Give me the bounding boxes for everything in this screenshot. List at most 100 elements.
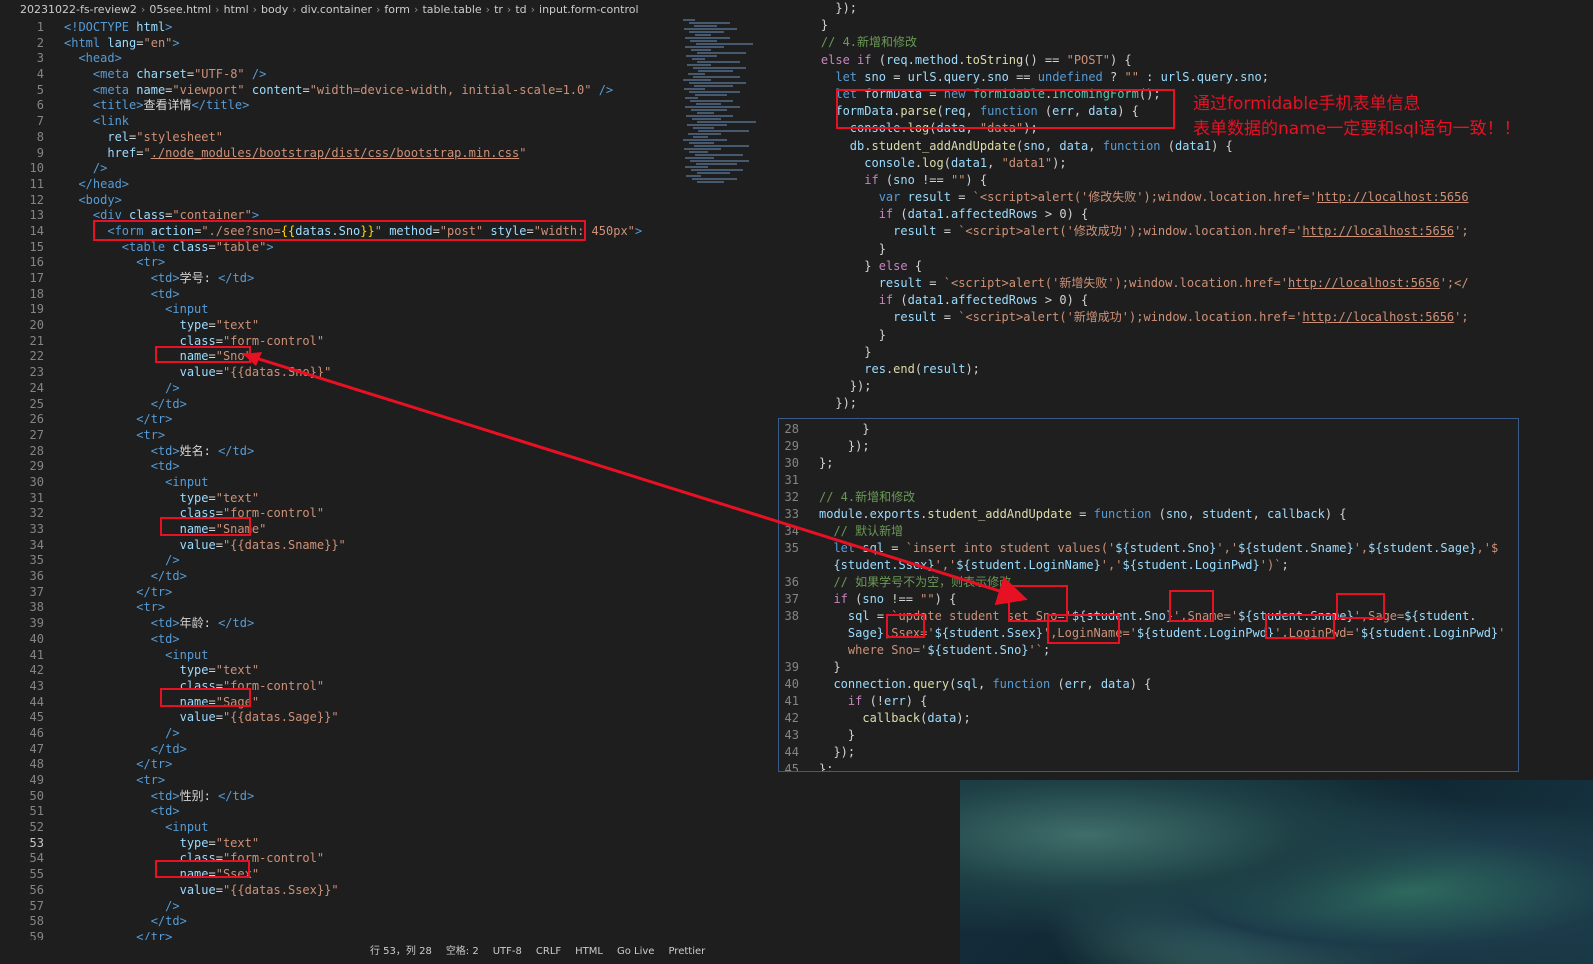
status-item[interactable]: CRLF xyxy=(536,946,561,957)
code-line[interactable]: 17 <td>学号: </td> xyxy=(0,271,642,287)
code-line[interactable]: } else { xyxy=(792,258,1469,275)
code-line[interactable]: 28 <td>姓名: </td> xyxy=(0,444,642,460)
code-line[interactable]: result = `<script>alert('新增成功');window.l… xyxy=(792,309,1469,326)
code-line[interactable]: 5 <meta name="viewport" content="width=d… xyxy=(0,83,642,99)
html-editor-pane[interactable]: 20231022-fs-review2 › 05see.html › html › body… xyxy=(0,0,778,964)
html-code-lines[interactable]: 1 <!DOCTYPE html> 2 <html lang="en"> 3 <head… xyxy=(0,20,643,946)
code-line[interactable]: 21 class="form-control" xyxy=(0,334,642,350)
code-line[interactable]: result = `<script>alert('修改成功');window.l… xyxy=(792,223,1469,240)
code-line[interactable]: 54 class="form-control" xyxy=(0,851,642,867)
code-line[interactable]: 55 name="Ssex" xyxy=(0,867,642,883)
status-item[interactable]: UTF-8 xyxy=(493,946,522,957)
code-line[interactable]: 2 <html lang="en"> xyxy=(0,36,642,52)
code-line[interactable]: 35 let sql = `insert into student values… xyxy=(779,540,1505,557)
code-line[interactable]: 7 <link xyxy=(0,114,642,130)
code-line[interactable]: 19 <input xyxy=(0,302,642,318)
code-line[interactable]: 4 <meta charset="UTF-8" /> xyxy=(0,67,642,83)
db-code-lines[interactable]: 28 } 29 }); 30}; 31 32// 4.新增和修改 33 module.exp… xyxy=(779,421,1506,771)
code-line[interactable]: 39 <td>年龄: </td> xyxy=(0,616,642,632)
code-line[interactable]: 43 } xyxy=(779,727,1505,744)
code-line[interactable]: 26 </tr> xyxy=(0,412,642,428)
db-js-editor-window[interactable]: 28 } 29 }); 30}; 31 32// 4.新增和修改 33 module.exp… xyxy=(778,418,1519,772)
code-line[interactable]: if (data1.affectedRows > 0) { xyxy=(792,292,1469,309)
code-line[interactable]: } xyxy=(792,241,1469,258)
code-line[interactable]: 9 href="./node_modules/bootstrap/dist/cs… xyxy=(0,146,642,162)
code-line[interactable]: 28 } xyxy=(779,421,1505,438)
code-line[interactable]: }); xyxy=(792,0,1469,17)
code-line[interactable]: var result = `<script>alert('修改失败');wind… xyxy=(792,189,1469,206)
server-code-lines[interactable]: }); } // 4.新增和修改 else if (req.method.toS… xyxy=(778,0,1469,413)
code-line[interactable]: 23 value="{{datas.Sno}}" xyxy=(0,365,642,381)
code-line[interactable]: 31 type="text" xyxy=(0,491,642,507)
breadcrumb-item[interactable]: td xyxy=(515,3,526,16)
code-line[interactable]: 25 </td> xyxy=(0,397,642,413)
code-line[interactable]: 43 class="form-control" xyxy=(0,679,642,695)
code-line[interactable]: 33 name="Sname" xyxy=(0,522,642,538)
server-js-editor-pane[interactable]: }); } // 4.新增和修改 else if (req.method.toS… xyxy=(778,0,1593,418)
breadcrumb[interactable]: 20231022-fs-review2 › 05see.html › html › body… xyxy=(0,0,778,20)
code-line[interactable]: 32 // 4.新增和修改 xyxy=(779,489,1505,506)
code-line[interactable]: 44 name="Sage" xyxy=(0,695,642,711)
minimap[interactable] xyxy=(683,18,763,193)
code-line[interactable]: 37 if (sno !== "") { xyxy=(779,591,1505,608)
code-line[interactable]: 53 type="text" xyxy=(0,836,642,852)
breadcrumb-item[interactable]: form xyxy=(384,3,410,16)
code-line[interactable]: 45 value="{{datas.Sage}}" xyxy=(0,710,642,726)
status-item[interactable]: Go Live xyxy=(617,946,654,957)
code-line[interactable]: }); xyxy=(792,378,1469,395)
code-line[interactable]: 30}; xyxy=(779,455,1505,472)
code-line[interactable]: 18 <td> xyxy=(0,287,642,303)
breadcrumb-item[interactable]: body xyxy=(261,3,288,16)
code-line[interactable]: 40 connection.query(sql, function (err, … xyxy=(779,676,1505,693)
code-line[interactable]: console.log(data1, "data1"); xyxy=(792,155,1469,172)
code-line[interactable]: else if (req.method.toString() == "POST"… xyxy=(792,52,1469,69)
code-line[interactable]: 3 <head> xyxy=(0,51,642,67)
code-line[interactable]: } xyxy=(792,17,1469,34)
code-line[interactable]: 33 module.exports.student_addAndUpdate = … xyxy=(779,506,1505,523)
code-line[interactable]: } xyxy=(792,327,1469,344)
code-line[interactable]: 34 // 默认新增 xyxy=(779,523,1505,540)
code-line[interactable]: 12 <body> xyxy=(0,193,642,209)
code-line[interactable]: 37 </tr> xyxy=(0,585,642,601)
code-line[interactable]: 30 <input xyxy=(0,475,642,491)
code-line[interactable]: 38 <tr> xyxy=(0,600,642,616)
breadcrumb-item[interactable]: 20231022-fs-review2 xyxy=(20,3,137,16)
breadcrumb-item[interactable]: div.container xyxy=(301,3,372,16)
breadcrumb-item[interactable]: tr xyxy=(494,3,503,16)
code-line[interactable]: 6 <title>查看详情</title> xyxy=(0,98,642,114)
code-line[interactable]: where Sno='${student.Sno}'`; xyxy=(779,642,1505,659)
code-line[interactable]: 44 }); xyxy=(779,744,1505,761)
code-line[interactable]: } xyxy=(792,344,1469,361)
code-line[interactable]: result = `<script>alert('新增失败');window.l… xyxy=(792,275,1469,292)
code-line[interactable]: 34 value="{{datas.Sname}}" xyxy=(0,538,642,554)
code-line[interactable]: 52 <input xyxy=(0,820,642,836)
code-line[interactable]: 10 /> xyxy=(0,161,642,177)
code-line[interactable]: 24 /> xyxy=(0,381,642,397)
code-line[interactable]: 57 /> xyxy=(0,899,642,915)
code-line[interactable]: 22 name="Sno" xyxy=(0,349,642,365)
code-line[interactable]: 48 </tr> xyxy=(0,757,642,773)
status-item[interactable]: 空格: 2 xyxy=(446,946,479,957)
code-line[interactable]: 29 }); xyxy=(779,438,1505,455)
breadcrumb-item[interactable]: html xyxy=(224,3,249,16)
status-item[interactable]: 行 53，列 28 xyxy=(370,946,432,957)
code-line[interactable]: 15 <table class="table"> xyxy=(0,240,642,256)
code-line[interactable]: 42 type="text" xyxy=(0,663,642,679)
code-line[interactable]: let sno = urlS.query.sno == undefined ? … xyxy=(792,69,1469,86)
code-line[interactable]: 50 <td>性别: </td> xyxy=(0,789,642,805)
code-line[interactable]: 35 /> xyxy=(0,553,642,569)
code-line[interactable]: if (data1.affectedRows > 0) { xyxy=(792,206,1469,223)
code-line[interactable]: 41 <input xyxy=(0,648,642,664)
code-line[interactable]: 36 </td> xyxy=(0,569,642,585)
code-line[interactable]: if (sno !== "") { xyxy=(792,172,1469,189)
code-line[interactable]: 36 // 如果学号不为空，则表示修改 xyxy=(779,574,1505,591)
code-line[interactable]: 46 /> xyxy=(0,726,642,742)
code-line[interactable]: 56 value="{{datas.Ssex}}" xyxy=(0,883,642,899)
code-line[interactable]: }); xyxy=(792,395,1469,412)
code-line[interactable]: 51 <td> xyxy=(0,804,642,820)
code-line[interactable]: 1 <!DOCTYPE html> xyxy=(0,20,642,36)
code-line[interactable]: 8 rel="stylesheet" xyxy=(0,130,642,146)
code-line[interactable]: 49 <tr> xyxy=(0,773,642,789)
code-line[interactable]: 41 if (!err) { xyxy=(779,693,1505,710)
code-line[interactable]: 39 } xyxy=(779,659,1505,676)
